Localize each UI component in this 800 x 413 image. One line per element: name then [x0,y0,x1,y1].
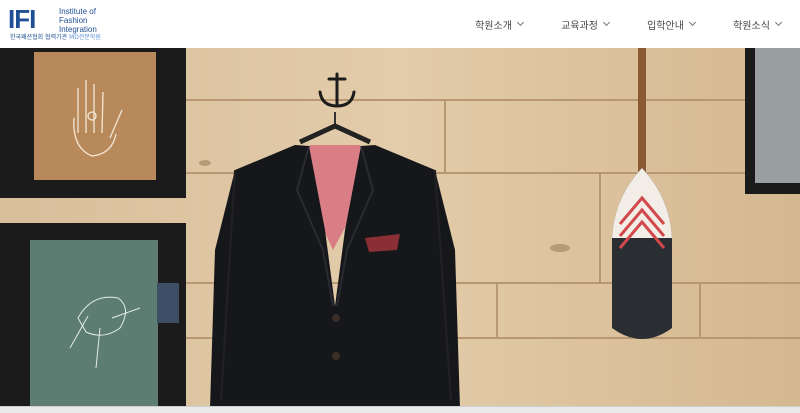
paddle-decoration [612,48,672,339]
logo-mark: IFI [8,4,36,34]
anchor-hook-icon [318,72,356,108]
hero-banner-image [0,48,800,406]
nav-label: 학원소식 [733,20,770,32]
logo-sub-left: 한국패션협회 [10,34,44,41]
main-nav: 학원소개 교육과정 입학안내 학원소식 [456,0,800,48]
nav-label: 교육과정 [561,20,598,32]
site-header: IFI Institute of Fashion Integration 한국패… [0,0,800,48]
logo-subtitle: 한국패션협회 협력기관 MD전문학원 [10,34,101,42]
chevron-down-icon [516,18,524,27]
jacket-on-hanger [210,112,460,406]
chevron-down-icon [774,18,782,27]
nav-label: 학원소개 [475,20,512,32]
nav-item-admission[interactable]: 입학안내 [628,0,714,48]
logo-sub-mid: 협력기관 [45,34,68,41]
nav-item-about[interactable]: 학원소개 [456,0,542,48]
logo-name-line: Fashion [59,16,88,25]
logo-name-line: Integration [59,25,97,34]
logo-name: Institute of Fashion Integration [59,7,111,34]
nav-item-courses[interactable]: 교육과정 [542,0,628,48]
chevron-down-icon [688,18,696,27]
nav-label: 입학안내 [647,20,684,32]
nav-item-news[interactable]: 학원소식 [714,0,800,48]
logo[interactable]: IFI Institute of Fashion Integration 한국패… [8,6,108,42]
logo-sub-right: MD전문학원 [69,34,101,41]
chevron-down-icon [602,18,610,27]
logo-name-line: Institute of [59,7,96,16]
